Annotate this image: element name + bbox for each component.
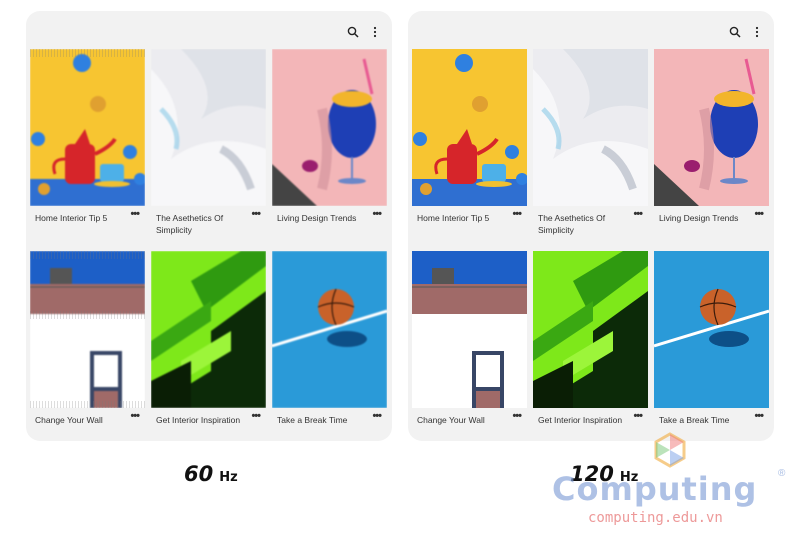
search-icon[interactable] [346,25,360,39]
white-building-thumbnail[interactable] [30,251,145,408]
more-options-icon[interactable]: ••• [372,410,382,422]
more-options-icon[interactable]: ••• [130,208,140,220]
more-options-icon[interactable]: ••• [372,208,382,220]
watermark-brand: Computing [552,470,758,508]
card-title: The Asethetics Of Simplicity [156,213,224,235]
gallery-panel-60hz: Home Interior Tip 5 ••• The Asethetics O… [26,11,392,441]
gallery-card[interactable]: Home Interior Tip 5 ••• [30,49,145,251]
green-stairs-thumbnail[interactable] [151,251,266,408]
gallery-card[interactable]: Change Your Wall ••• [412,251,527,441]
card-title: Change Your Wall [417,415,485,425]
red-kettle-still-life-thumbnail[interactable] [412,49,527,206]
toolbar [728,25,764,39]
gallery-card[interactable]: Home Interior Tip 5 ••• [412,49,527,251]
more-options-icon[interactable]: ••• [251,410,261,422]
gallery-panel-120hz: Home Interior Tip 5 ••• The Asethetics O… [408,11,774,441]
card-title: The Asethetics Of Simplicity [538,213,606,235]
refresh-rate-label-60hz: 60 Hz [184,462,238,486]
more-options-icon[interactable]: ••• [512,410,522,422]
card-grid: Home Interior Tip 5 ••• The Asethetics O… [30,49,388,441]
card-grid: Home Interior Tip 5 ••• The Asethetics O… [412,49,770,441]
watermark-url: computing.edu.vn [588,510,723,526]
blue-cocktail-thumbnail[interactable] [272,49,387,206]
more-options-icon[interactable]: ••• [754,208,764,220]
red-kettle-still-life-thumbnail[interactable] [30,49,145,206]
refresh-rate-number: 60 [184,462,214,486]
green-stairs-thumbnail[interactable] [533,251,648,408]
basketball-court-thumbnail[interactable] [654,251,769,408]
blue-cocktail-thumbnail[interactable] [654,49,769,206]
gallery-card[interactable]: Take a Break Time ••• [654,251,769,441]
more-options-icon[interactable]: ••• [633,208,643,220]
gallery-card[interactable]: Get Interior Inspiration ••• [533,251,648,441]
gallery-card[interactable]: Get Interior Inspiration ••• [151,251,266,441]
white-fabric-thumbnail[interactable] [151,49,266,206]
gallery-card[interactable]: Living Design Trends ••• [654,49,769,251]
gallery-card[interactable]: The Asethetics Of Simplicity ••• [151,49,266,251]
more-options-icon[interactable]: ••• [754,410,764,422]
card-title: Take a Break Time [659,415,730,425]
more-options-icon[interactable]: ••• [512,208,522,220]
computing-logo-icon [654,432,686,468]
gallery-card[interactable]: Living Design Trends ••• [272,49,387,251]
card-title: Get Interior Inspiration [538,415,623,425]
gallery-card[interactable]: Change Your Wall ••• [30,251,145,441]
card-title: Change Your Wall [35,415,103,425]
registered-mark: ® [778,468,786,479]
more-vertical-icon[interactable] [750,25,764,39]
white-building-thumbnail[interactable] [412,251,527,408]
card-title: Home Interior Tip 5 [417,213,490,223]
gallery-card[interactable]: Take a Break Time ••• [272,251,387,441]
card-title: Living Design Trends [659,213,739,223]
more-options-icon[interactable]: ••• [130,410,140,422]
more-vertical-icon[interactable] [368,25,382,39]
refresh-rate-unit: Hz [219,470,238,485]
card-title: Take a Break Time [277,415,348,425]
search-icon[interactable] [728,25,742,39]
basketball-court-thumbnail[interactable] [272,251,387,408]
watermark: Computing ® computing.edu.vn [552,432,797,532]
card-title: Living Design Trends [277,213,357,223]
toolbar [346,25,382,39]
card-title: Get Interior Inspiration [156,415,241,425]
card-title: Home Interior Tip 5 [35,213,108,223]
more-options-icon[interactable]: ••• [251,208,261,220]
more-options-icon[interactable]: ••• [633,410,643,422]
gallery-card[interactable]: The Asethetics Of Simplicity ••• [533,49,648,251]
white-fabric-thumbnail[interactable] [533,49,648,206]
